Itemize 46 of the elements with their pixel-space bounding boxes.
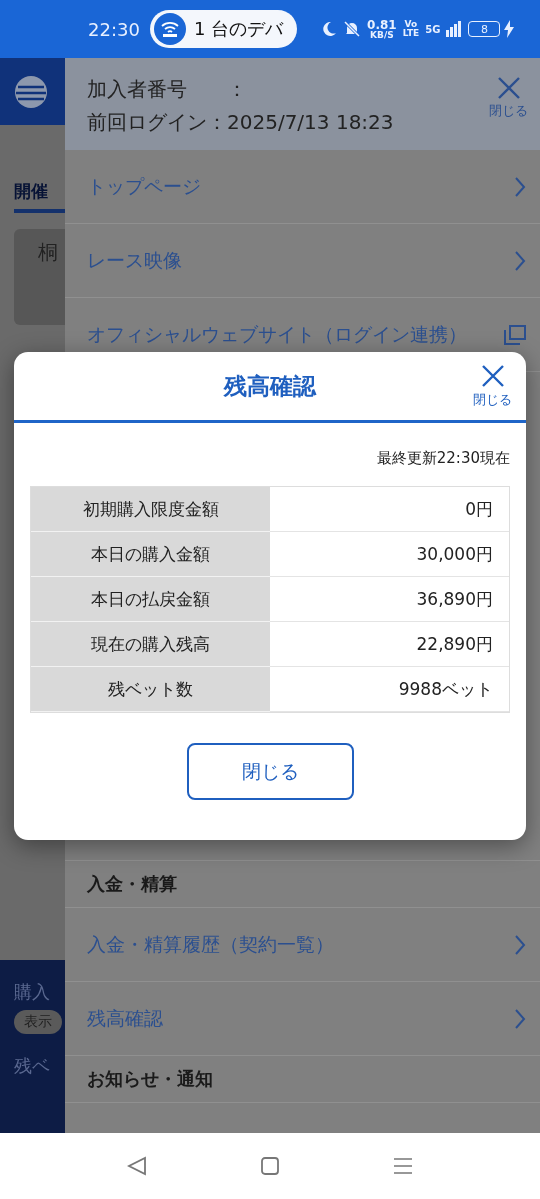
muted-bell-icon — [343, 20, 362, 38]
menu-item[interactable]: 入金・精算履歴（契約一覧） — [65, 908, 540, 982]
last-updated: 最終更新22:30現在 — [375, 448, 511, 468]
row-label: 現在の購入残高 — [31, 622, 270, 667]
back-icon[interactable] — [126, 1156, 147, 1176]
network-type: 5G — [425, 24, 441, 34]
row-value: 0円 — [270, 487, 509, 532]
menu-item[interactable]: 残高確認 — [65, 982, 540, 1056]
close-button[interactable]: 閉じる — [186, 743, 354, 800]
row-value: 36,890円 — [270, 577, 509, 622]
row-value: 9988ベット — [270, 667, 509, 712]
member-number-label: 加入者番号 ： — [87, 76, 248, 103]
menu-item[interactable]: レース映像 — [65, 224, 540, 298]
row-value: 30,000円 — [270, 532, 509, 577]
menu-section-heading: お知らせ・通知 — [65, 1056, 540, 1103]
close-icon — [496, 76, 521, 100]
menu-section-heading: 入金・精算 — [65, 861, 540, 908]
external-window-icon — [504, 324, 526, 345]
notification-chip[interactable]: 1 台のデバ — [149, 10, 298, 48]
battery-level: 8 — [468, 21, 501, 37]
chevron-right-icon — [514, 1007, 526, 1030]
chevron-right-icon — [514, 249, 526, 272]
chevron-right-icon — [514, 175, 526, 198]
row-label: 本日の払戻金額 — [31, 577, 270, 622]
volte-indicator: Vo LTE — [402, 20, 420, 38]
wifi-icon — [159, 20, 180, 38]
row-value: 22,890円 — [270, 622, 509, 667]
network-speed: 0.81 KB/S — [367, 18, 397, 40]
moon-icon — [321, 21, 338, 37]
logo-icon — [14, 74, 48, 109]
dialog-title: 残高確認 — [224, 371, 316, 401]
row-label: 本日の購入金額 — [31, 532, 270, 577]
close-button[interactable]: 閉じる — [489, 76, 528, 120]
row-label: 残ベット数 — [31, 667, 270, 712]
charging-icon — [504, 20, 515, 38]
row-label: 初期購入限度金額 — [31, 487, 270, 532]
chevron-right-icon — [514, 933, 526, 956]
close-icon — [480, 364, 505, 388]
menu-icon[interactable] — [393, 1156, 414, 1176]
clock: 22:30 — [88, 18, 140, 40]
home-icon[interactable] — [260, 1156, 280, 1176]
signal-icon — [446, 21, 463, 37]
menu-item[interactable]: トップページ — [65, 150, 540, 224]
balance-label: 購入 — [14, 980, 51, 1004]
bets-label: 残ベ — [14, 1054, 51, 1078]
last-login: 前回ログイン：2025/7/13 18:23 — [87, 109, 395, 136]
